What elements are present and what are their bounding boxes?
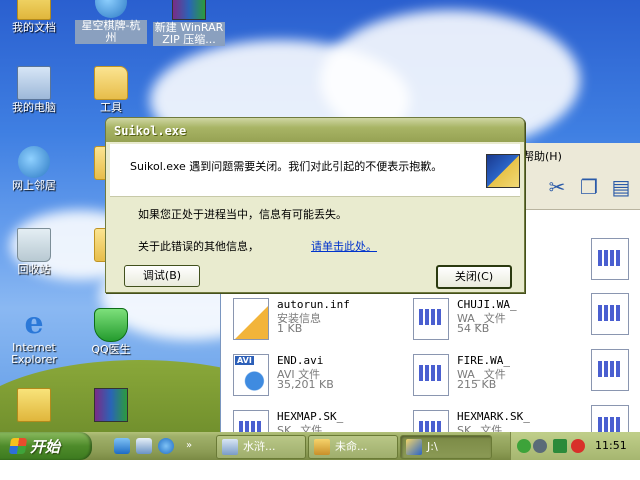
more-info-text: 关于此错误的其他信息，: [138, 240, 259, 253]
menu-help-label: 帮助: [523, 150, 545, 163]
menu-help[interactable]: 帮助(H): [523, 148, 562, 164]
game-icon: [94, 388, 128, 422]
screen-bottom-margin: [0, 460, 640, 480]
desktop-icon-internet-explorer[interactable]: e Internet Explorer: [0, 308, 70, 366]
paste-icon[interactable]: ▤: [609, 175, 633, 199]
dialog-header: Suikol.exe 遇到问题需要关闭。我们对此引起的不便表示抱歉。: [110, 144, 520, 197]
desktop-icon-my-documents[interactable]: 我的文档: [0, 0, 70, 34]
file-icon: [413, 354, 449, 396]
copy-icon[interactable]: ❐: [577, 175, 601, 199]
window-icon: [222, 439, 238, 455]
recycle-bin-icon: [17, 228, 51, 262]
error-message: Suikol.exe 遇到问题需要关闭。我们对此引起的不便表示抱歉。: [130, 160, 443, 173]
file-size: 215 KB: [457, 378, 497, 391]
desktop-icon-label: 我的文档: [12, 21, 56, 34]
desktop-icon-label: 我的电脑: [12, 101, 56, 114]
desktop-icon-label: 新建 WinRAR ZIP 压缩...: [153, 21, 225, 46]
windows-logo-icon: [8, 438, 28, 454]
file-item-autorun[interactable]: autorun.inf 安装信息 1 KB: [233, 296, 403, 348]
desktop-icon-winrar-zip[interactable]: 新建 WinRAR ZIP 压缩...: [153, 0, 225, 46]
click-here-link[interactable]: 请单击此处。: [311, 238, 377, 254]
menu-help-key: H: [549, 150, 558, 163]
file-icon[interactable]: [591, 238, 629, 280]
game-shortcut-icon: [95, 0, 127, 18]
internet-explorer-icon: e: [24, 306, 44, 341]
cut-icon[interactable]: ✂: [545, 175, 569, 199]
file-icon[interactable]: [591, 293, 629, 335]
quicklaunch-pen-icon[interactable]: [114, 438, 130, 454]
drive-icon: [406, 439, 422, 455]
desktop-icon-label: 星空棋牌-杭 州: [75, 20, 147, 44]
app-icon: [486, 154, 520, 188]
file-size: 1 KB: [277, 322, 303, 335]
desktop-icon-label: 回收站: [17, 263, 51, 276]
desktop-icon-label: 网上邻居: [12, 179, 56, 192]
system-tray: 11:51: [510, 432, 640, 460]
taskbar-button-label: J:\: [427, 440, 438, 453]
quicklaunch-ie-icon[interactable]: [158, 438, 174, 454]
desktop-icon-recycle-bin[interactable]: 回收站: [0, 228, 70, 276]
taskbar: 开始 » 水浒... 未命... J:\ 11:51: [0, 432, 640, 460]
winrar-archive-icon: [172, 0, 206, 20]
desktop-icon-network[interactable]: 网上邻居: [0, 146, 70, 192]
clock: 11:51: [595, 439, 627, 452]
my-documents-icon: [17, 0, 51, 20]
desktop-icon-qq-doctor[interactable]: QQ医生: [75, 308, 147, 356]
taskbar-button-untitled[interactable]: 未命...: [308, 435, 398, 459]
file-item-chuji[interactable]: CHUJI.WA_ WA_ 文件 54 KB: [413, 296, 583, 348]
security-tray-icon[interactable]: [571, 439, 585, 453]
paint-icon: [314, 439, 330, 455]
desktop-icon-label: QQ医生: [91, 343, 131, 356]
avi-badge: AVI: [235, 356, 254, 365]
folder-icon: [94, 66, 128, 100]
close-button[interactable]: 关闭(C): [436, 265, 512, 289]
desktop-icon-partial-bottom-2[interactable]: [75, 388, 147, 424]
desktop-icon-label: 工具: [100, 101, 122, 114]
desktop-icon-partial-bottom-1[interactable]: [0, 388, 70, 424]
taskbar-button-label: 水浒...: [243, 440, 276, 453]
dialog-titlebar[interactable]: Suikol.exe: [106, 118, 524, 142]
file-size: 35,201 KB: [277, 378, 334, 391]
start-label: 开始: [30, 438, 61, 456]
quicklaunch-browser-icon[interactable]: [136, 438, 152, 454]
data-loss-warning: 如果您正处于进程当中，信息有可能丢失。: [138, 208, 347, 221]
desktop-icon-xingkong-qipai[interactable]: 星空棋牌-杭 州: [75, 0, 147, 44]
debug-button[interactable]: 调试(B): [124, 265, 200, 287]
setup-info-icon: [233, 298, 269, 340]
volume-tray-icon[interactable]: [533, 439, 547, 453]
file-size: 54 KB: [457, 322, 490, 335]
computer-icon: [17, 66, 51, 100]
file-item-end-avi[interactable]: AVI END.avi AVI 文件 35,201 KB: [233, 352, 403, 404]
update-tray-icon[interactable]: [553, 439, 567, 453]
file-icon: [413, 298, 449, 340]
taskbar-button-shuihu[interactable]: 水浒...: [216, 435, 306, 459]
taskbar-button-label: 未命...: [335, 440, 368, 453]
file-item-fire[interactable]: FIRE.WA_ WA_ 文件 215 KB: [413, 352, 583, 404]
network-places-icon: [18, 146, 50, 178]
avi-video-icon: AVI: [233, 354, 269, 396]
desktop-icon-label: Internet Explorer: [11, 341, 57, 366]
start-button[interactable]: 开始: [0, 432, 92, 460]
desktop-icon-my-computer[interactable]: 我的电脑: [0, 66, 70, 114]
shield-icon: [94, 308, 128, 342]
taskbar-button-drive-j[interactable]: J:\: [400, 435, 492, 459]
quicklaunch-more-icon[interactable]: »: [186, 438, 196, 454]
desktop: 我的文档 星空棋牌-杭 州 新建 WinRAR ZIP 压缩... 我的电脑 工…: [0, 0, 640, 440]
dialog-title: Suikol.exe: [114, 124, 187, 138]
desktop-icon-tools[interactable]: 工具: [75, 66, 147, 114]
document-icon: [17, 388, 51, 422]
error-dialog: Suikol.exe Suikol.exe 遇到问题需要关闭。我们对此引起的不便…: [105, 117, 525, 293]
network-tray-icon[interactable]: [517, 439, 531, 453]
file-icon[interactable]: [591, 349, 629, 391]
